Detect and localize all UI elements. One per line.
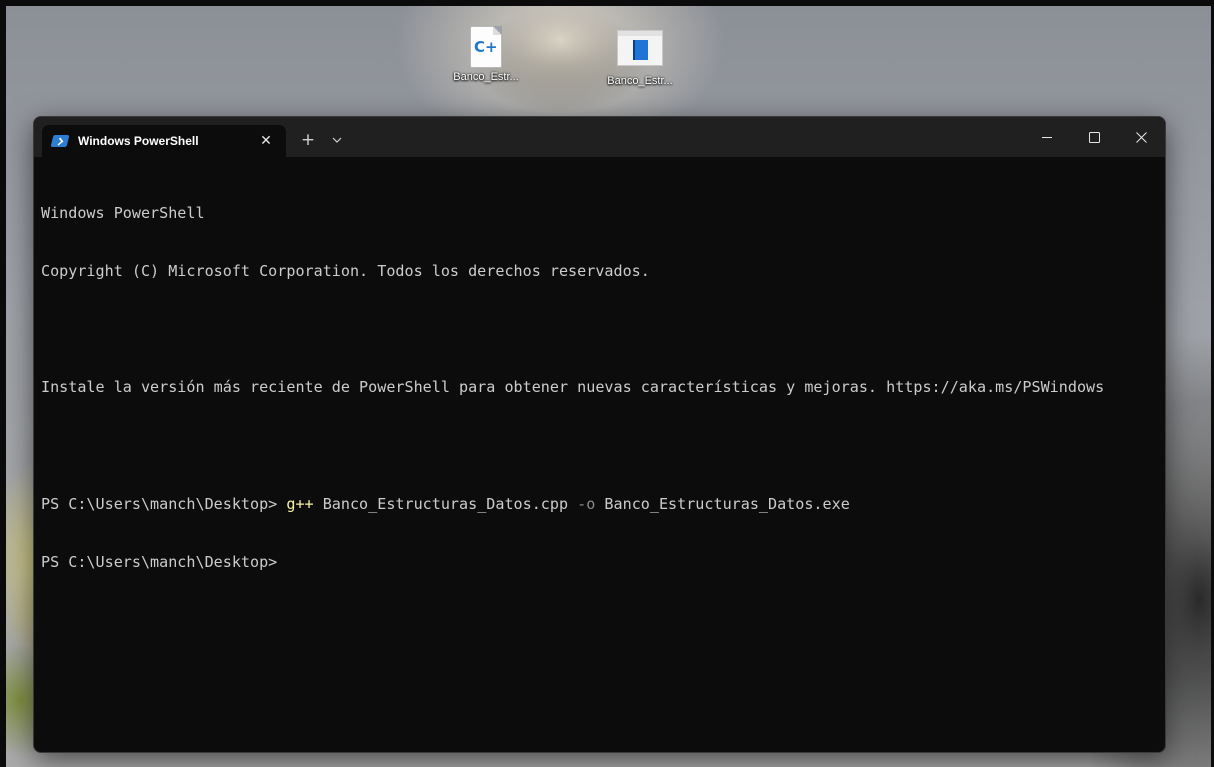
tab-windows-powershell[interactable]: Windows PowerShell ✕: [42, 125, 286, 157]
close-icon[interactable]: [1118, 117, 1164, 157]
console-line: Copyright (C) Microsoft Corporation. Tod…: [41, 262, 650, 281]
command-argument: Banco_Estructuras_Datos.exe: [595, 494, 850, 513]
minimize-icon[interactable]: [1024, 117, 1070, 157]
chevron-down-icon[interactable]: [326, 128, 348, 152]
new-tab-button[interactable]: +: [296, 128, 320, 152]
current-prompt-line[interactable]: PS C:\Users\manch\Desktop>: [41, 553, 1156, 572]
maximize-icon[interactable]: [1071, 117, 1117, 157]
terminal-window: Windows PowerShell ✕ + Windows PowerShel…: [33, 116, 1166, 753]
exe-file-icon: [617, 30, 663, 72]
console-output[interactable]: Windows PowerShell Copyright (C) Microso…: [41, 165, 1156, 745]
console-line: Windows PowerShell: [41, 203, 205, 222]
console-line: Instale la versión más reciente de Power…: [41, 378, 1105, 397]
command-name: g++: [286, 494, 314, 513]
desktop-icon-label: Banco_Estr...: [607, 75, 673, 87]
title-bar[interactable]: Windows PowerShell ✕ +: [34, 117, 1165, 157]
desktop-icon-cpp-file[interactable]: C+ Banco_Estr...: [446, 26, 526, 83]
command-line: PS C:\Users\manch\Desktop> g++ Banco_Est…: [41, 495, 1156, 514]
command-argument: Banco_Estructuras_Datos.cpp: [313, 494, 578, 513]
tab-title: Windows PowerShell: [78, 134, 199, 148]
prompt-text: PS C:\Users\manch\Desktop>: [41, 494, 287, 513]
screen-border-left: [0, 0, 6, 767]
cpp-file-icon: C+: [469, 26, 503, 68]
powershell-icon: [50, 135, 70, 147]
desktop-icon-exe-file[interactable]: Banco_Estr...: [600, 26, 680, 87]
desktop-icon-label: Banco_Estr...: [453, 71, 519, 83]
screen-border-top: [0, 0, 1214, 6]
command-flag: -o: [577, 494, 596, 513]
tab-close-icon[interactable]: ✕: [254, 129, 278, 153]
